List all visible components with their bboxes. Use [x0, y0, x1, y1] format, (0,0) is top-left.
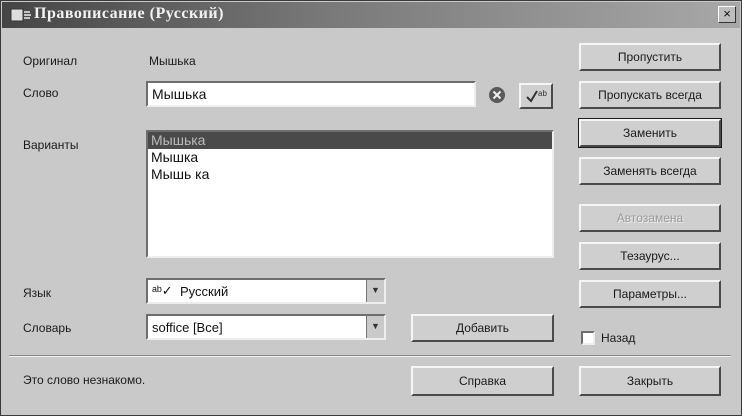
help-button[interactable]: Справка: [411, 366, 554, 396]
skip-button[interactable]: Пропустить: [579, 43, 721, 71]
replace-all-button[interactable]: Заменять всегда: [579, 157, 721, 185]
close-window-button[interactable]: ×: [718, 6, 736, 23]
original-value: Мышька: [149, 54, 196, 68]
original-label: Оригинал: [23, 54, 78, 68]
spellcheck-button[interactable]: abc: [519, 83, 553, 109]
divider: [9, 355, 731, 357]
chevron-down-icon[interactable]: ▼: [366, 280, 384, 302]
suggestion-item[interactable]: Мышка: [148, 149, 552, 166]
close-button[interactable]: Закрыть: [579, 366, 721, 396]
back-checkbox-label: Назад: [601, 331, 636, 345]
suggestion-item[interactable]: Мышька: [148, 132, 552, 149]
thesaurus-button[interactable]: Тезаурус...: [579, 242, 721, 270]
dictionary-select[interactable]: soffice [Все] ▼: [146, 314, 386, 340]
variants-label: Варианты: [23, 138, 79, 152]
title-bar: Правописание (Русский) ×: [2, 2, 740, 28]
status-text: Это слово незнакомо.: [23, 373, 146, 387]
window-title: Правописание (Русский): [34, 5, 224, 22]
language-icon: ᵃᵇ✓: [152, 283, 173, 298]
suggestion-item[interactable]: Мышь ка: [148, 166, 552, 183]
spelling-dialog: Правописание (Русский) × Оригинал Мышька…: [0, 0, 742, 416]
suggestions-list[interactable]: Мышька Мышка Мышь ка: [146, 130, 554, 258]
language-select-value: Русский: [180, 284, 229, 299]
status-bar: Это слово незнакомо.: [13, 365, 393, 395]
word-input[interactable]: Мышька: [146, 81, 476, 107]
language-label: Язык: [23, 286, 52, 300]
add-button[interactable]: Добавить: [411, 314, 554, 342]
dictionary-label: Словарь: [23, 321, 72, 335]
autocorrect-button[interactable]: Автозамена: [579, 204, 721, 232]
options-button[interactable]: Параметры...: [579, 280, 721, 308]
replace-button[interactable]: Заменить: [578, 118, 722, 148]
back-checkbox[interactable]: [581, 331, 595, 345]
svg-text:abc: abc: [538, 89, 547, 98]
dictionary-select-value: soffice [Все]: [152, 320, 223, 335]
language-select[interactable]: ᵃᵇ✓ Русский ▼: [146, 278, 386, 304]
app-icon: [10, 8, 31, 22]
skip-all-button[interactable]: Пропускать всегда: [579, 81, 721, 109]
spellcheck-icon: abc: [526, 89, 551, 103]
word-label: Слово: [23, 86, 59, 100]
word-input-value: Мышька: [152, 86, 207, 102]
chevron-down-icon[interactable]: ▼: [366, 316, 384, 338]
clear-icon[interactable]: [488, 86, 506, 104]
